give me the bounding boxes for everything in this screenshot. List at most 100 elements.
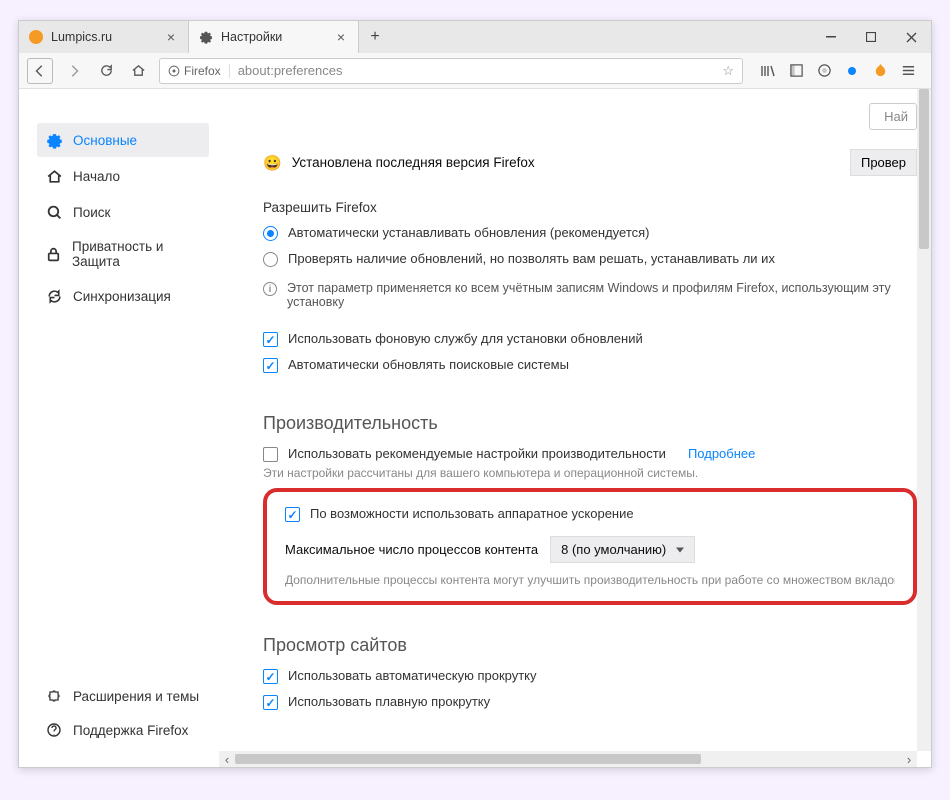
navbar: Firefox about:preferences ☆ bbox=[19, 53, 931, 89]
identity-box[interactable]: Firefox bbox=[168, 64, 230, 78]
checkbox-icon bbox=[263, 695, 278, 710]
sidebar-item-search[interactable]: Поиск bbox=[37, 195, 209, 229]
sidebar-item-label: Основные bbox=[73, 133, 137, 148]
scroll-thumb[interactable] bbox=[919, 89, 929, 249]
sidebar-item-support[interactable]: Поддержка Firefox bbox=[37, 713, 209, 747]
gear-icon bbox=[199, 30, 213, 44]
checkbox-bg-service[interactable]: Использовать фоновую службу для установк… bbox=[263, 331, 917, 347]
sidebar-item-general[interactable]: Основные bbox=[37, 123, 209, 157]
radio-auto-install[interactable]: Автоматически устанавливать обновления (… bbox=[263, 225, 917, 241]
checkbox-auto-search-engines[interactable]: Автоматически обновлять поисковые систем… bbox=[263, 357, 917, 373]
content-area: Основные Начало Поиск Приватность и Защи… bbox=[19, 89, 931, 767]
search-input[interactable]: Най bbox=[869, 103, 917, 130]
url-bar[interactable]: Firefox about:preferences ☆ bbox=[159, 58, 743, 84]
checkbox-label: Автоматически обновлять поисковые систем… bbox=[288, 357, 569, 372]
scroll-left-icon[interactable]: ‹ bbox=[219, 751, 235, 767]
checkbox-icon bbox=[263, 332, 278, 347]
status-text: Установлена последняя версия Firefox bbox=[292, 155, 535, 170]
checkbox-label: Использовать плавную прокрутку bbox=[288, 694, 490, 709]
checkbox-label: Использовать фоновую службу для установк… bbox=[288, 331, 643, 346]
radio-icon bbox=[263, 226, 278, 241]
learn-more-link[interactable]: Подробнее bbox=[688, 446, 755, 461]
shield-icon[interactable] bbox=[815, 62, 833, 80]
bookmark-star-icon[interactable]: ☆ bbox=[722, 63, 734, 79]
checkbox-hw-accel[interactable]: По возможности использовать аппаратное у… bbox=[285, 506, 895, 522]
titlebar: Lumpics.ru × Настройки × + bbox=[19, 21, 931, 53]
checkbox-label: По возможности использовать аппаратное у… bbox=[310, 506, 634, 521]
tab-lumpics[interactable]: Lumpics.ru × bbox=[19, 21, 189, 53]
identity-label: Firefox bbox=[184, 64, 221, 78]
horizontal-scrollbar[interactable]: ‹ › bbox=[219, 751, 917, 767]
tab-label: Lumpics.ru bbox=[51, 30, 156, 44]
checkbox-icon bbox=[285, 507, 300, 522]
gear-icon bbox=[45, 131, 63, 149]
radio-label: Проверять наличие обновлений, но позволя… bbox=[288, 251, 775, 266]
sidebar-item-home[interactable]: Начало bbox=[37, 159, 209, 193]
sidebar-item-label: Расширения и темы bbox=[73, 689, 199, 704]
main-panel: Най 😀 Установлена последняя версия Firef… bbox=[219, 89, 931, 767]
menu-icon[interactable] bbox=[899, 62, 917, 80]
sidebar-item-extensions[interactable]: Расширения и темы bbox=[37, 679, 209, 713]
highlight-region: По возможности использовать аппаратное у… bbox=[263, 488, 917, 605]
sidebar-item-label: Поддержка Firefox bbox=[73, 723, 188, 738]
checkbox-label: Использовать автоматическую прокрутку bbox=[288, 668, 537, 683]
select-value: 8 (по умолчанию) bbox=[561, 542, 666, 557]
scroll-thumb[interactable] bbox=[235, 754, 701, 764]
checkbox-icon bbox=[263, 447, 278, 462]
allow-firefox-label: Разрешить Firefox bbox=[263, 200, 917, 215]
sidebar-icon[interactable] bbox=[787, 62, 805, 80]
smile-emoji-icon: 😀 bbox=[263, 154, 282, 172]
checkbox-icon bbox=[263, 669, 278, 684]
radio-check-updates[interactable]: Проверять наличие обновлений, но позволя… bbox=[263, 251, 917, 267]
forward-button[interactable] bbox=[63, 60, 85, 82]
radio-label: Автоматически устанавливать обновления (… bbox=[288, 225, 650, 240]
minimize-button[interactable] bbox=[811, 21, 851, 53]
close-icon[interactable]: × bbox=[334, 30, 348, 44]
search-icon bbox=[45, 203, 63, 221]
close-icon[interactable]: × bbox=[164, 30, 178, 44]
firefox-icon bbox=[168, 65, 180, 77]
toolbar-icons bbox=[753, 62, 923, 80]
radio-icon bbox=[263, 252, 278, 267]
scroll-right-icon[interactable]: › bbox=[901, 751, 917, 767]
help-icon bbox=[45, 721, 63, 739]
checkbox-recommended-perf[interactable]: Использовать рекомендуемые настройки про… bbox=[263, 446, 917, 462]
sidebar-item-label: Начало bbox=[73, 169, 120, 184]
home-icon bbox=[45, 167, 63, 185]
home-button[interactable] bbox=[127, 60, 149, 82]
browser-window: Lumpics.ru × Настройки × + Firefox about bbox=[18, 20, 932, 768]
sidebar-item-label: Поиск bbox=[73, 205, 110, 220]
extension-icon[interactable] bbox=[871, 62, 889, 80]
vertical-scrollbar[interactable] bbox=[917, 89, 931, 751]
checkbox-label: Использовать рекомендуемые настройки про… bbox=[288, 446, 666, 461]
section-browsing-title: Просмотр сайтов bbox=[263, 635, 917, 656]
sidebar: Основные Начало Поиск Приватность и Защи… bbox=[19, 89, 219, 767]
checkbox-icon bbox=[263, 358, 278, 373]
maximize-button[interactable] bbox=[851, 21, 891, 53]
search-placeholder: Най bbox=[884, 109, 908, 124]
max-processes-select[interactable]: 8 (по умолчанию) bbox=[550, 536, 695, 563]
section-performance-title: Производительность bbox=[263, 413, 917, 434]
checkbox-auto-scroll[interactable]: Использовать автоматическую прокрутку bbox=[263, 668, 917, 684]
check-updates-button[interactable]: Провер bbox=[850, 149, 917, 176]
reload-button[interactable] bbox=[95, 60, 117, 82]
sidebar-item-sync[interactable]: Синхронизация bbox=[37, 279, 209, 313]
note-text: Этот параметр применяется ко всем учётны… bbox=[287, 281, 917, 309]
max-processes-label: Максимальное число процессов контента bbox=[285, 542, 538, 557]
close-window-button[interactable] bbox=[891, 21, 931, 53]
sidebar-item-privacy[interactable]: Приватность и Защита bbox=[37, 231, 209, 277]
lumpics-favicon bbox=[29, 30, 43, 44]
tab-settings[interactable]: Настройки × bbox=[189, 21, 359, 53]
checkbox-smooth-scroll[interactable]: Использовать плавную прокрутку bbox=[263, 694, 917, 710]
processes-description: Дополнительные процессы контента могут у… bbox=[285, 573, 895, 587]
new-tab-button[interactable]: + bbox=[359, 21, 391, 53]
sidebar-item-label: Приватность и Защита bbox=[72, 239, 201, 269]
sidebar-item-label: Синхронизация bbox=[73, 289, 171, 304]
dot-badge-icon[interactable] bbox=[843, 62, 861, 80]
library-icon[interactable] bbox=[759, 62, 777, 80]
lock-icon bbox=[45, 245, 62, 263]
puzzle-icon bbox=[45, 687, 63, 705]
back-button[interactable] bbox=[27, 58, 53, 84]
info-icon: i bbox=[263, 282, 277, 296]
url-text: about:preferences bbox=[238, 63, 715, 78]
